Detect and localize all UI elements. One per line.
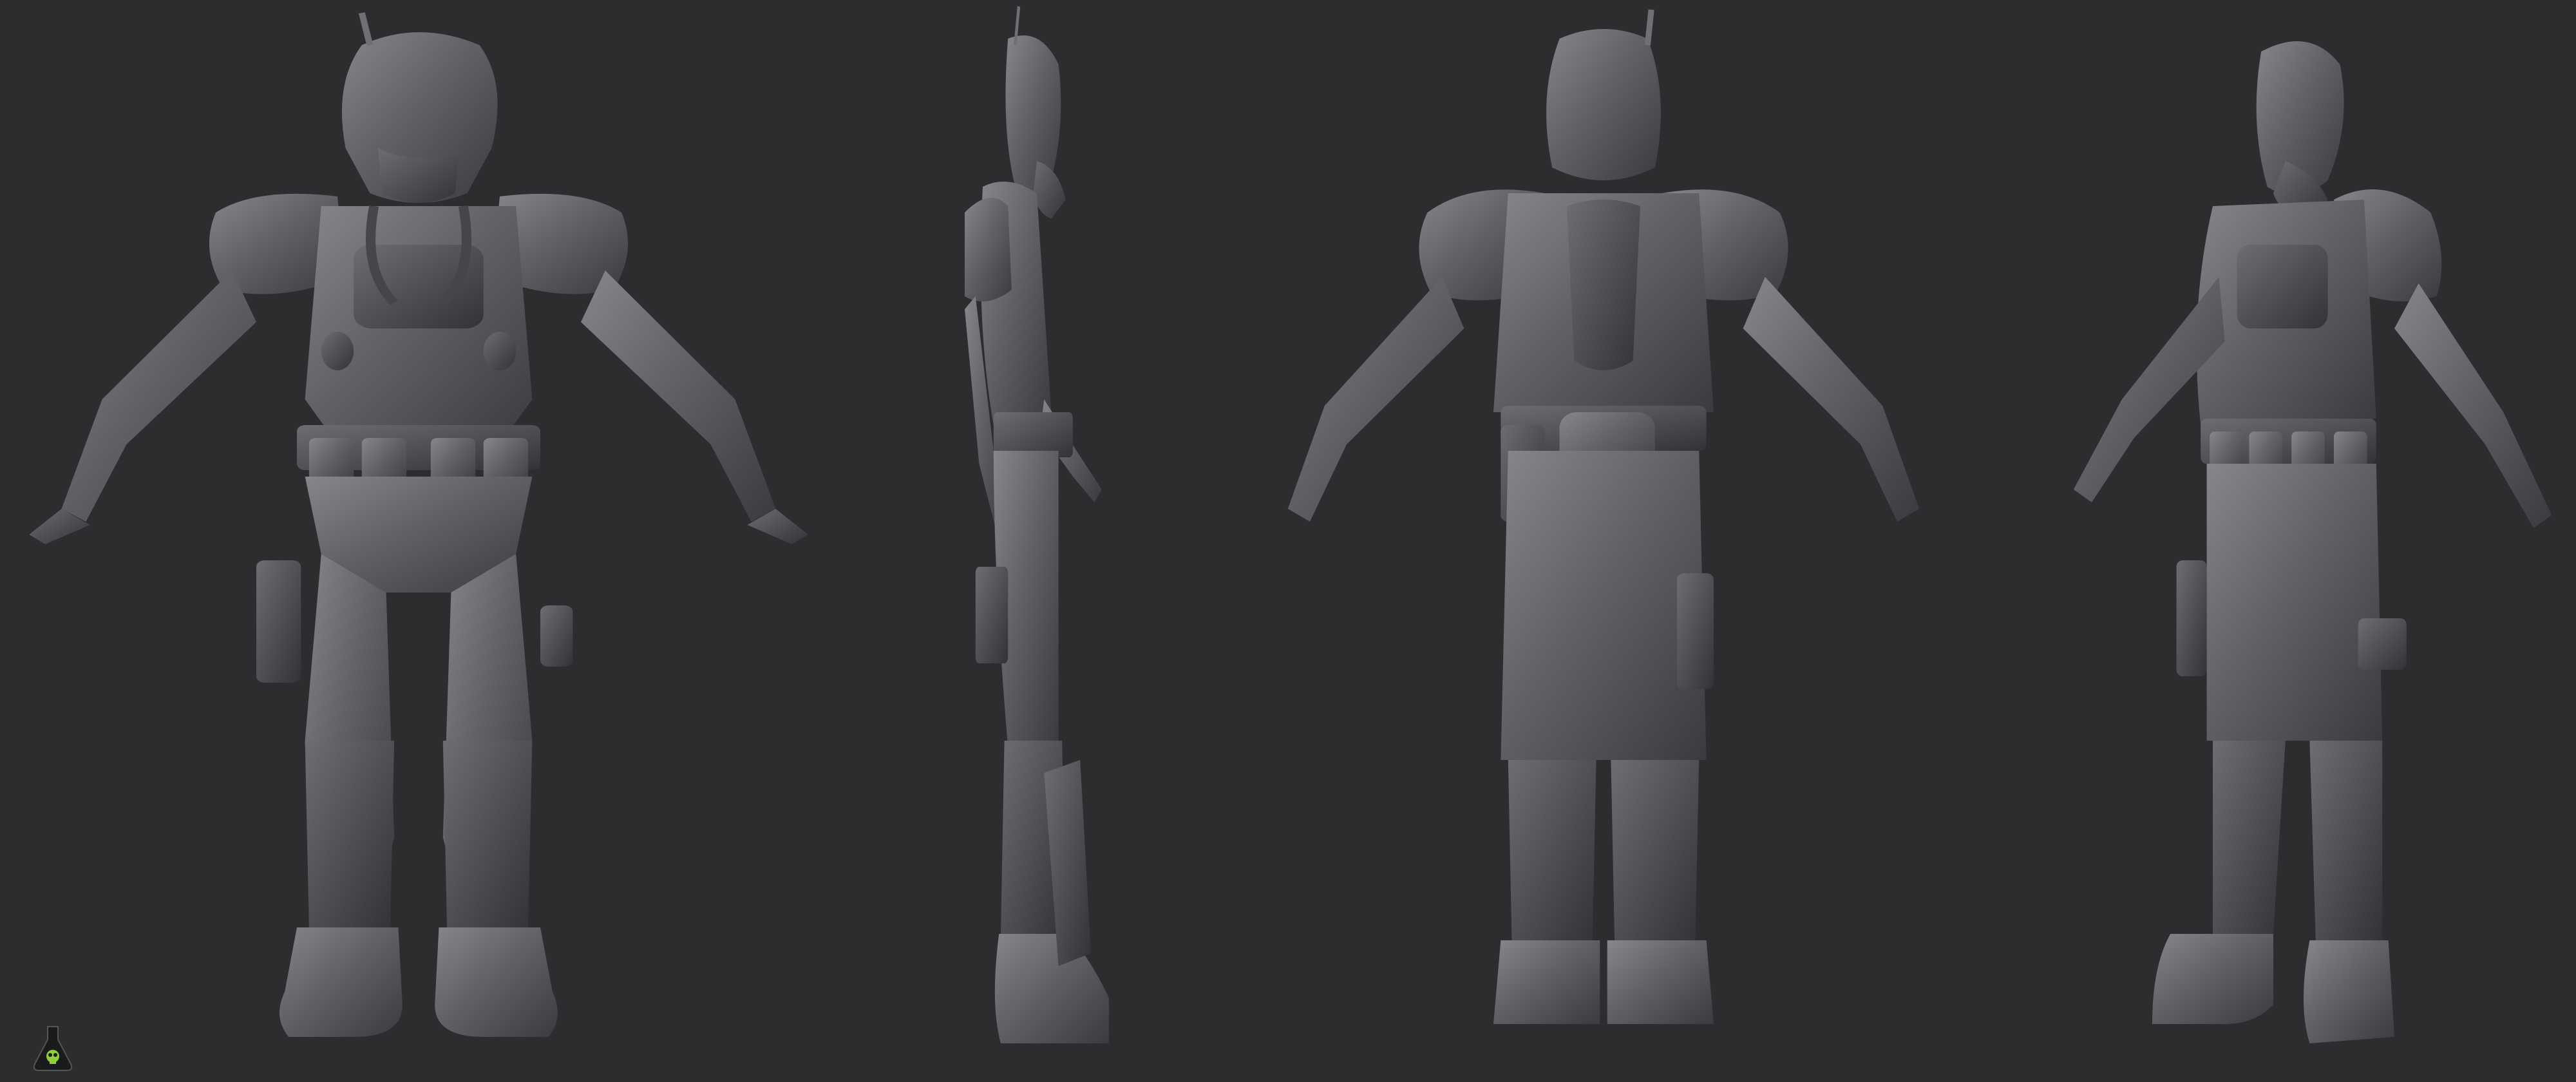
side-view-sculpt bbox=[857, 0, 1217, 1082]
flask-skull-icon bbox=[31, 1024, 75, 1073]
three-quarter-view-sculpt bbox=[1971, 0, 2576, 1082]
back-view-sculpt bbox=[1236, 0, 1971, 1082]
sculpt-turnaround-stage bbox=[0, 0, 2576, 1082]
front-view-sculpt bbox=[13, 0, 824, 1082]
